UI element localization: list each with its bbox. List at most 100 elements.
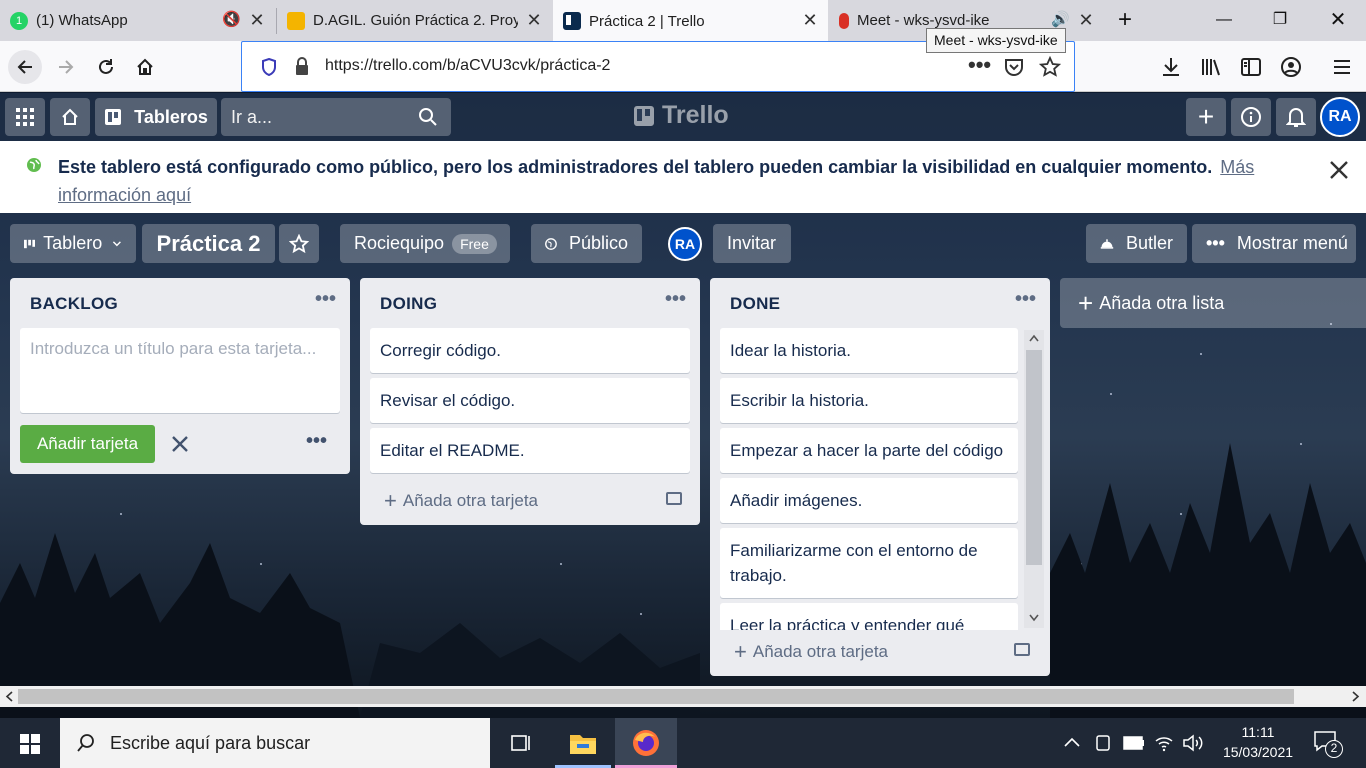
team-name: Rociequipo — [354, 233, 445, 253]
forward-button[interactable] — [49, 50, 83, 84]
star-board-button[interactable] — [279, 224, 319, 263]
pocket-icon[interactable] — [1004, 57, 1024, 77]
tab-trello[interactable]: Práctica 2 | Trello ✕ — [553, 0, 828, 42]
board-view-switcher[interactable]: Tablero — [10, 224, 136, 263]
add-another-card-button[interactable]: + Añada otra tarjeta — [384, 488, 538, 514]
browser-tab-bar: 1 (1) WhatsApp 🔇 ✕ D.AGIL. Guión Práctic… — [0, 0, 1366, 42]
card[interactable]: Empezar a hacer la parte del código — [720, 428, 1018, 473]
scroll-up-icon[interactable] — [1029, 334, 1039, 342]
butler-button[interactable]: Butler — [1086, 224, 1187, 263]
tab-close-icon[interactable]: ✕ — [524, 10, 544, 30]
trello-logo[interactable]: Trello — [634, 101, 729, 130]
meet-now-icon[interactable] — [1095, 734, 1111, 752]
url-text[interactable]: https://trello.com/b/aCVU3cvk/práctica-2 — [325, 57, 610, 75]
list-menu-icon[interactable]: ••• — [665, 288, 686, 311]
card[interactable]: Familiarizarme con el entorno de trabajo… — [720, 528, 1018, 598]
card-template-icon[interactable] — [1014, 643, 1030, 656]
list-title[interactable]: DOING — [380, 294, 437, 314]
composer-options-icon[interactable]: ••• — [306, 430, 327, 453]
close-window-button[interactable]: ✕ — [1310, 0, 1366, 41]
board-horizontal-scrollbar[interactable] — [0, 686, 1366, 707]
scroll-down-icon[interactable] — [1029, 614, 1039, 622]
card[interactable]: Revisar el código. — [370, 378, 690, 423]
add-another-list-button[interactable]: + Añada otra lista — [1060, 278, 1366, 328]
user-avatar[interactable]: RA — [1320, 97, 1360, 137]
list-menu-icon[interactable]: ••• — [315, 288, 336, 311]
card-template-icon[interactable] — [666, 492, 682, 505]
system-tray-chevron-icon[interactable] — [1064, 736, 1080, 748]
card[interactable]: Añadir imágenes. — [720, 478, 1018, 523]
star-icon — [289, 233, 309, 253]
taskbar-clock[interactable]: 11:11 15/03/2021 — [1212, 722, 1304, 762]
notification-center-button[interactable]: 2 — [1313, 730, 1343, 758]
list-title[interactable]: BACKLOG — [30, 294, 118, 314]
visibility-button[interactable]: Público — [531, 224, 642, 263]
card[interactable]: Corregir código. — [370, 328, 690, 373]
tab-close-icon[interactable]: ✕ — [1076, 10, 1096, 30]
shield-icon[interactable] — [261, 58, 277, 76]
task-view-icon[interactable] — [510, 733, 532, 753]
muted-speaker-icon[interactable]: 🔇 — [222, 10, 241, 28]
reload-button[interactable] — [89, 50, 123, 84]
scroll-left-icon[interactable] — [5, 691, 13, 702]
downloads-icon[interactable] — [1160, 56, 1182, 78]
search-input[interactable]: Ir a... — [221, 98, 451, 136]
card[interactable]: Editar el README. — [370, 428, 690, 473]
info-icon — [1241, 107, 1261, 127]
windows-start-icon[interactable] — [20, 734, 40, 754]
speaker-icon[interactable]: 🔊 — [1051, 10, 1070, 28]
member-avatar[interactable]: RA — [668, 227, 702, 261]
card[interactable]: Escribir la historia. — [720, 378, 1018, 423]
add-another-card-button[interactable]: + Añada otra tarjeta — [734, 639, 888, 665]
apps-grid-icon — [16, 108, 34, 126]
home-button[interactable] — [128, 50, 162, 84]
taskbar-firefox[interactable] — [615, 718, 677, 768]
list-title[interactable]: DONE — [730, 294, 780, 314]
show-menu-button[interactable]: ••• Mostrar menú — [1192, 224, 1356, 263]
create-button[interactable]: + — [1186, 98, 1226, 136]
home-board-button[interactable] — [50, 98, 90, 136]
scroll-right-icon[interactable] — [1352, 691, 1360, 702]
cancel-composer-icon[interactable] — [171, 435, 189, 453]
minimize-button[interactable]: — — [1196, 0, 1252, 41]
notifications-button[interactable] — [1276, 98, 1316, 136]
add-card-button[interactable]: Añadir tarjeta — [20, 425, 155, 463]
globe-icon — [545, 237, 557, 250]
tab-close-icon[interactable]: ✕ — [800, 10, 820, 30]
horizontal-scrollbar-thumb[interactable] — [18, 689, 1294, 704]
hamburger-menu-icon[interactable] — [1332, 56, 1352, 78]
tab-whatsapp[interactable]: 1 (1) WhatsApp 🔇 ✕ — [0, 0, 275, 41]
library-icon[interactable] — [1200, 56, 1222, 78]
boards-button[interactable]: Tableros — [95, 98, 217, 136]
sidebar-icon[interactable] — [1240, 56, 1262, 78]
card-composer-textarea[interactable]: Introduzca un título para esta tarjeta..… — [20, 328, 340, 413]
card[interactable]: Leer la práctica y entender qué — [720, 603, 1018, 630]
lock-icon[interactable] — [294, 56, 310, 76]
card[interactable]: Idear la historia. — [720, 328, 1018, 373]
taskbar-search-box[interactable]: Escribe aquí para buscar — [60, 718, 490, 768]
apps-button[interactable] — [5, 98, 45, 136]
list-menu-icon[interactable]: ••• — [1015, 288, 1036, 311]
close-banner-icon[interactable] — [1328, 159, 1350, 181]
page-actions-icon[interactable]: ••• — [968, 52, 991, 78]
folder-icon — [570, 735, 596, 754]
volume-icon[interactable] — [1182, 734, 1204, 752]
battery-icon[interactable] — [1123, 736, 1145, 750]
more-icon: ••• — [1206, 233, 1225, 253]
bookmark-star-icon[interactable] — [1039, 56, 1061, 78]
done-cards-scroll-area[interactable]: Idear la historia. Escribir la historia.… — [710, 328, 1050, 630]
restore-button[interactable]: ❐ — [1252, 0, 1308, 41]
info-button[interactable] — [1231, 98, 1271, 136]
board-title[interactable]: Práctica 2 — [142, 224, 275, 263]
taskbar-file-explorer[interactable] — [555, 718, 611, 768]
account-icon[interactable] — [1280, 56, 1302, 78]
wifi-icon[interactable] — [1154, 734, 1174, 752]
list-scrollbar-thumb[interactable] — [1026, 350, 1042, 565]
tab-close-icon[interactable]: ✕ — [247, 10, 267, 30]
back-button[interactable] — [8, 50, 42, 84]
tab-dagil[interactable]: D.AGIL. Guión Práctica 2. Proye ✕ — [277, 0, 552, 41]
team-button[interactable]: Rociequipo Free — [340, 224, 510, 263]
list-scrollbar[interactable] — [1024, 330, 1044, 628]
new-tab-button[interactable]: + — [1104, 0, 1146, 41]
invite-button[interactable]: Invitar — [713, 224, 791, 263]
